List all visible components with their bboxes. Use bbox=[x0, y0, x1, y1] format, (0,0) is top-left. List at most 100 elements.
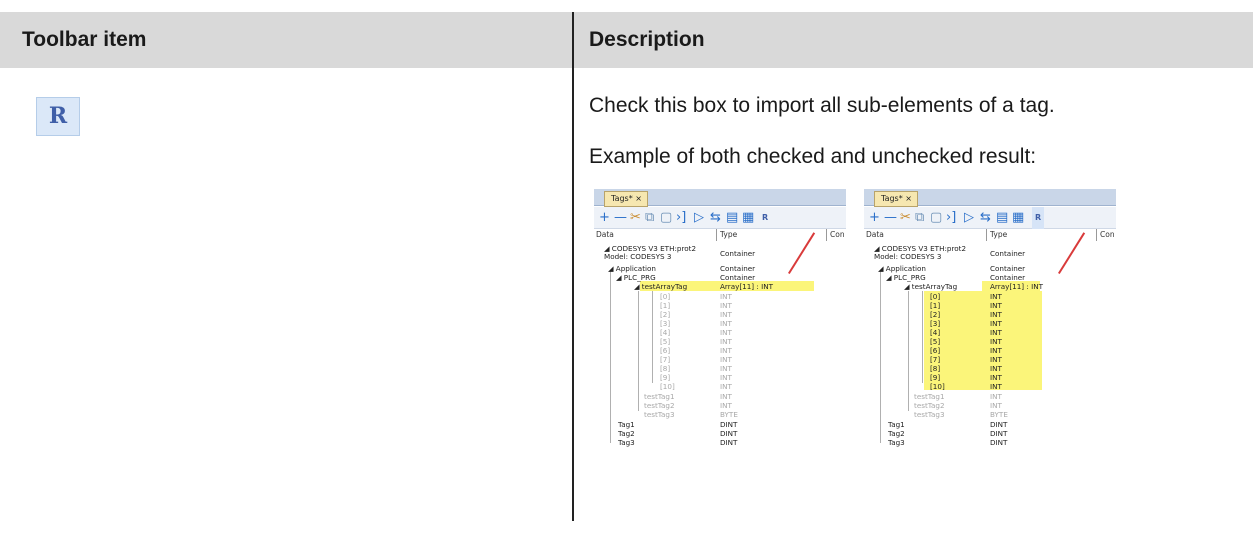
toolbar-glyph: ›] bbox=[676, 210, 687, 225]
tree-row: [2] INT bbox=[594, 310, 846, 319]
checked-result-screenshot: Tags* × + — ✂ ⧉ ▢ ›] ▷ ⇆ ▤ ▦ R Data Type Con ◢ CODESYS … bbox=[864, 189, 1116, 520]
toolbar-glyph: ▢ bbox=[930, 210, 943, 225]
toolbar-glyph: — bbox=[614, 210, 627, 225]
tree-row-name: [9] bbox=[660, 373, 671, 382]
col-separator bbox=[986, 229, 987, 241]
tree-row-type: INT bbox=[720, 364, 732, 373]
toolbar: + — ✂ ⧉ ▢ ›] ▷ ⇆ ▤ ▦ R bbox=[864, 207, 1116, 229]
tree-row-name: [2] bbox=[930, 310, 941, 319]
toolbar-glyph: ▷ bbox=[964, 210, 974, 225]
tree-row-type: Container bbox=[720, 273, 756, 282]
toolbar-glyph: ›] bbox=[946, 210, 957, 225]
tree-row: [0] INT bbox=[594, 292, 846, 301]
tree-row-name: testTag3 bbox=[914, 410, 945, 419]
tree-row-type: Array[11] : INT bbox=[990, 282, 1043, 291]
tree-row-type: Container bbox=[990, 273, 1026, 282]
tree-row: ◢ PLC_PRG Container bbox=[864, 273, 1116, 282]
tree-row-name: [7] bbox=[930, 355, 941, 364]
toolbar-glyph: ▷ bbox=[694, 210, 704, 225]
tree-row-type: DINT bbox=[990, 438, 1008, 447]
toolbar-glyph: ▦ bbox=[742, 210, 755, 225]
tree-row: [4] INT bbox=[594, 328, 846, 337]
tree-row: [7] INT bbox=[864, 355, 1116, 364]
tree-row: [6] INT bbox=[864, 346, 1116, 355]
tree-row: testTag1 INT bbox=[864, 392, 1116, 401]
tree-row-name: [1] bbox=[930, 301, 941, 310]
tree-row-type: Container bbox=[990, 249, 1026, 258]
tree-row-name: [0] bbox=[930, 292, 941, 301]
tree-row-type: INT bbox=[720, 382, 732, 391]
toolbar-glyph: ✂ bbox=[900, 210, 911, 225]
tree-row-name: [7] bbox=[660, 355, 671, 364]
tree-row-type: INT bbox=[990, 364, 1002, 373]
tree-row-type: INT bbox=[990, 337, 1002, 346]
tree-row-name: [3] bbox=[930, 319, 941, 328]
tree-row: testTag1 INT bbox=[594, 392, 846, 401]
tree-row-type: INT bbox=[990, 328, 1002, 337]
tree-row: Tag2 DINT bbox=[594, 429, 846, 438]
tree-row: [2] INT bbox=[864, 310, 1116, 319]
tree-row-type: INT bbox=[990, 355, 1002, 364]
header-toolbar-item: Toolbar item bbox=[22, 28, 147, 51]
tree-row-type: INT bbox=[720, 301, 732, 310]
tree-row-type: INT bbox=[720, 328, 732, 337]
col-type: Type bbox=[990, 230, 1008, 239]
tree-row: testTag2 INT bbox=[864, 401, 1116, 410]
tree-row-name: [3] bbox=[660, 319, 671, 328]
tree-row-name: testTag1 bbox=[914, 392, 945, 401]
tree-row-type: INT bbox=[990, 310, 1002, 319]
tree-row: Tag1 DINT bbox=[594, 420, 846, 429]
tree-row-type: INT bbox=[720, 292, 732, 301]
toolbar: + — ✂ ⧉ ▢ ›] ▷ ⇆ ▤ ▦ R bbox=[594, 207, 846, 229]
unchecked-result-screenshot: Tags* × + — ✂ ⧉ ▢ ›] ▷ ⇆ ▤ ▦ R Data Type Con ◢ CODESYS … bbox=[594, 189, 846, 520]
tree-row-name: [8] bbox=[930, 364, 941, 373]
tree-row: [3] INT bbox=[864, 319, 1116, 328]
tree-row-type: DINT bbox=[720, 429, 738, 438]
tree-row: [1] INT bbox=[594, 301, 846, 310]
toolbar-glyph: ▦ bbox=[1012, 210, 1025, 225]
tree-row: testTag3 BYTE bbox=[594, 410, 846, 419]
tree-row-name: [4] bbox=[660, 328, 671, 337]
tree-row-type: INT bbox=[720, 392, 732, 401]
tree-row: [10] INT bbox=[864, 382, 1116, 391]
tree-row-type: BYTE bbox=[720, 410, 738, 419]
description-line-2: Example of both checked and unchecked re… bbox=[589, 145, 1037, 168]
tree-row-type: INT bbox=[990, 346, 1002, 355]
tree-row-name: Tag1 bbox=[618, 420, 635, 429]
tree-row-type: INT bbox=[720, 346, 732, 355]
tree-row: Model: CODESYS 3 Container bbox=[594, 249, 846, 261]
tree-row-type: INT bbox=[720, 319, 732, 328]
tree-row-name: [6] bbox=[930, 346, 941, 355]
toolbar-glyph: ✂ bbox=[630, 210, 641, 225]
toolbar-glyph: ⧉ bbox=[915, 210, 925, 225]
col-separator bbox=[826, 229, 827, 241]
col-separator bbox=[716, 229, 717, 241]
tree-row-name: Model: CODESYS 3 bbox=[874, 252, 942, 261]
tree-row: Model: CODESYS 3 Container bbox=[864, 249, 1116, 261]
col-con: Con bbox=[1100, 230, 1115, 239]
tree-row-name: [0] bbox=[660, 292, 671, 301]
tree-row: [5] INT bbox=[864, 337, 1116, 346]
col-data: Data bbox=[596, 230, 614, 239]
tree-row-name: [8] bbox=[660, 364, 671, 373]
header-description: Description bbox=[589, 28, 705, 51]
tree-row-name: ◢ testArrayTag bbox=[634, 282, 688, 291]
toolbar-glyph: ⇆ bbox=[980, 210, 991, 225]
tree-row-type: INT bbox=[720, 373, 732, 382]
toolbar-glyph: R bbox=[1032, 207, 1045, 229]
toolbar-glyph: ▤ bbox=[996, 210, 1009, 225]
tree-row: [8] INT bbox=[594, 364, 846, 373]
tree-row-type: Container bbox=[720, 264, 756, 273]
tree-row: [5] INT bbox=[594, 337, 846, 346]
tree-row-type: BYTE bbox=[990, 410, 1008, 419]
tree-row-name: Model: CODESYS 3 bbox=[604, 252, 672, 261]
col-type: Type bbox=[720, 230, 738, 239]
table-header-row: Toolbar item Description bbox=[0, 12, 1253, 68]
tab-tags: Tags* × bbox=[874, 191, 918, 207]
tree-row: Tag3 DINT bbox=[594, 438, 846, 447]
tree-row-name: [5] bbox=[660, 337, 671, 346]
description-line-1: Check this box to import all sub-element… bbox=[589, 94, 1055, 117]
tree-row-type: INT bbox=[720, 310, 732, 319]
tree-row-name: testTag2 bbox=[644, 401, 675, 410]
tree-row: [10] INT bbox=[594, 382, 846, 391]
